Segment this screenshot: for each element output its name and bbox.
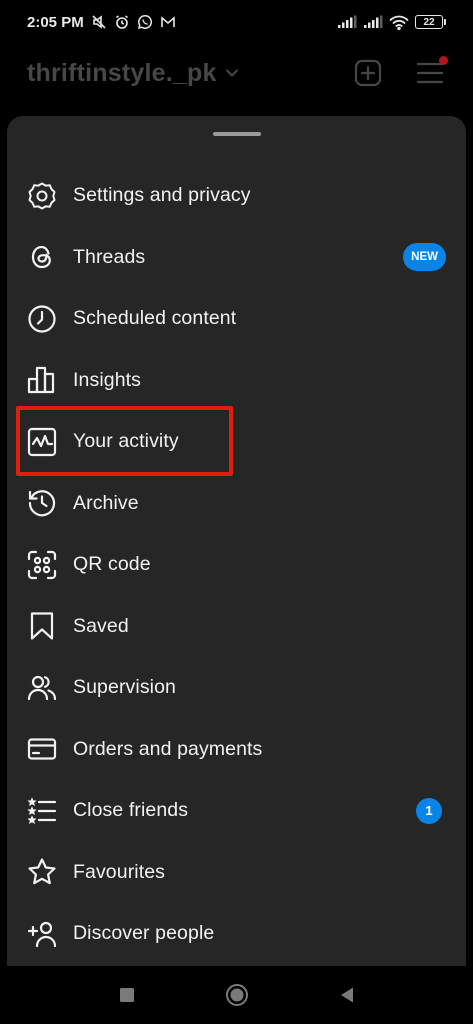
menu-sheet: Settings and privacy Threads NEW Schedul… xyxy=(7,116,466,966)
app-header: thriftinstyle._pk xyxy=(0,46,473,100)
home-icon[interactable] xyxy=(225,983,249,1007)
menu-item-scheduled-content[interactable]: Scheduled content xyxy=(7,288,466,350)
menu-icon[interactable] xyxy=(415,56,448,88)
notification-dot xyxy=(439,56,448,65)
menu-item-label: Saved xyxy=(73,614,129,637)
menu-item-insights[interactable]: Insights xyxy=(7,350,466,412)
system-nav-bar xyxy=(0,966,473,1024)
menu-item-label: Discover people xyxy=(73,922,215,945)
archive-icon xyxy=(26,487,58,519)
status-left: 2:05 PM xyxy=(27,14,176,31)
activity-icon xyxy=(26,426,58,458)
wifi-icon xyxy=(389,15,409,30)
threads-icon xyxy=(26,241,58,273)
menu-item-discover-people[interactable]: Discover people xyxy=(7,903,466,965)
status-right: 22 xyxy=(337,15,446,30)
menu-item-saved[interactable]: Saved xyxy=(7,596,466,658)
account-switcher[interactable]: thriftinstyle._pk xyxy=(27,59,353,88)
menu-item-close-friends[interactable]: Close friends 1 xyxy=(7,780,466,842)
menu-item-supervision[interactable]: Supervision xyxy=(7,657,466,719)
battery-icon: 22 xyxy=(415,15,446,29)
menu-item-your-activity[interactable]: Your activity xyxy=(7,411,466,473)
add-person-icon xyxy=(26,918,58,950)
qr-code-icon xyxy=(26,549,58,581)
menu-item-label: Favourites xyxy=(73,860,166,883)
header-actions xyxy=(353,56,448,88)
close-friends-icon xyxy=(26,795,58,827)
battery-level: 22 xyxy=(423,16,435,28)
mute-icon xyxy=(91,14,107,30)
whatsapp-icon xyxy=(137,14,153,30)
menu-item-label: Supervision xyxy=(73,676,176,699)
menu-list: Settings and privacy Threads NEW Schedul… xyxy=(7,165,466,965)
recents-icon[interactable] xyxy=(115,983,139,1007)
menu-item-label: Scheduled content xyxy=(73,307,237,330)
back-icon[interactable] xyxy=(335,983,359,1007)
status-time: 2:05 PM xyxy=(27,13,84,31)
bookmark-icon xyxy=(26,610,58,642)
drag-handle[interactable] xyxy=(213,132,261,136)
insights-icon xyxy=(26,364,58,396)
card-icon xyxy=(26,733,58,765)
supervision-icon xyxy=(26,672,58,704)
new-post-icon[interactable] xyxy=(353,58,383,88)
menu-item-threads[interactable]: Threads NEW xyxy=(7,227,466,289)
menu-item-label: Your activity xyxy=(73,430,179,453)
menu-item-settings-and-privacy[interactable]: Settings and privacy xyxy=(7,165,466,227)
alarm-icon xyxy=(114,14,130,30)
username: thriftinstyle._pk xyxy=(27,58,217,87)
new-badge: NEW xyxy=(403,243,446,272)
chevron-down-icon xyxy=(225,68,239,78)
menu-item-label: QR code xyxy=(73,553,151,576)
gmail-icon xyxy=(160,14,176,30)
menu-item-label: Threads xyxy=(73,245,146,268)
menu-item-label: Orders and payments xyxy=(73,737,263,760)
settings-icon xyxy=(26,180,58,212)
menu-item-label: Settings and privacy xyxy=(73,184,251,207)
signal-icon xyxy=(337,15,357,29)
menu-item-favourites[interactable]: Favourites xyxy=(7,842,466,904)
menu-item-label: Archive xyxy=(73,491,139,514)
status-bar: 2:05 PM 22 xyxy=(0,0,473,44)
count-badge: 1 xyxy=(416,797,442,824)
menu-item-qr-code[interactable]: QR code xyxy=(7,534,466,596)
menu-item-label: Insights xyxy=(73,368,142,391)
menu-item-label: Close friends xyxy=(73,799,189,822)
clock-icon xyxy=(26,303,58,335)
menu-item-orders-and-payments[interactable]: Orders and payments xyxy=(7,719,466,781)
menu-item-archive[interactable]: Archive xyxy=(7,473,466,535)
signal-icon xyxy=(363,15,383,29)
star-icon xyxy=(26,856,58,888)
